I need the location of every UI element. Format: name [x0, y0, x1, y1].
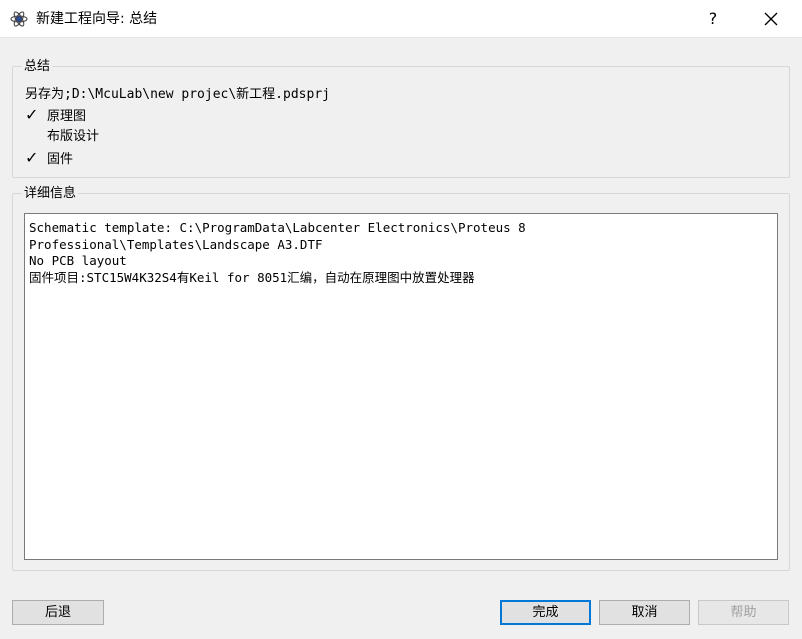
summary-item-label: 固件	[47, 152, 74, 167]
details-group-title: 详细信息	[22, 186, 79, 202]
summary-item-pcb-layout: 布版设计	[25, 127, 99, 147]
window-title: 新建工程向导: 总结	[36, 11, 158, 27]
summary-item-firmware: ✓ 固件	[25, 148, 73, 168]
help-title-button[interactable]: ?	[690, 0, 736, 38]
summary-item-schematic: ✓ 原理图	[25, 105, 86, 125]
title-bar: 新建工程向导: 总结 ?	[0, 0, 802, 38]
save-as-path: 另存为;D:\McuLab\new projec\新工程.pdsprj	[25, 87, 330, 102]
summary-group-title: 总结	[22, 59, 53, 75]
back-button[interactable]: 后退	[12, 600, 104, 625]
help-button[interactable]: 帮助	[698, 600, 789, 625]
checkmark-icon: ✓	[25, 105, 39, 124]
cancel-button[interactable]: 取消	[599, 600, 690, 625]
close-button[interactable]	[748, 0, 794, 38]
details-textarea[interactable]: Schematic template: C:\ProgramData\Labce…	[24, 213, 778, 560]
close-icon	[764, 12, 778, 26]
finish-button[interactable]: 完成	[500, 600, 591, 625]
proteus-app-icon	[10, 11, 28, 27]
summary-group	[12, 66, 790, 178]
summary-item-label: 布版设计	[47, 129, 100, 144]
summary-item-label: 原理图	[47, 109, 87, 124]
checkmark-icon: ✓	[25, 148, 39, 167]
